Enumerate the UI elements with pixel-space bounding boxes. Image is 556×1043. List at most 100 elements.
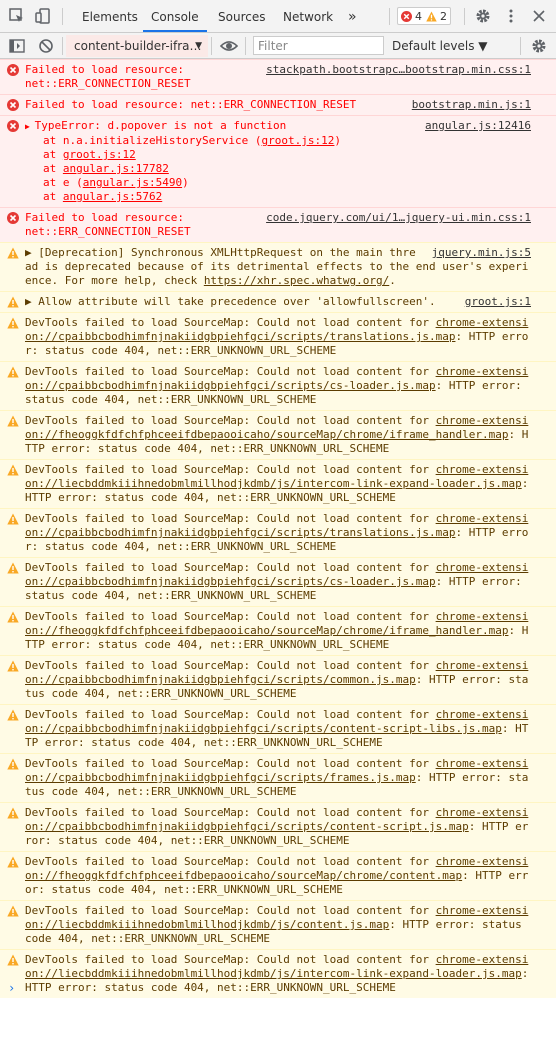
console-warning-message: DevTools failed to load SourceMap: Could… [0, 606, 556, 655]
sidebar-toggle-icon[interactable] [9, 38, 25, 54]
message-text: DevTools failed to load SourceMap: Could… [25, 953, 436, 966]
warning-icon [7, 611, 19, 623]
console-warning-message: DevTools failed to load SourceMap: Could… [0, 361, 556, 410]
message-text: Failed to load resource: net::ERR_CONNEC… [25, 211, 191, 238]
console-warning-message: DevTools failed to load SourceMap: Could… [0, 312, 556, 361]
message-source-link[interactable]: stackpath.bootstrapc…bootstrap.min.css:1 [266, 63, 531, 77]
divider [245, 37, 246, 55]
message-text: DevTools failed to load SourceMap: Could… [25, 659, 436, 672]
message-text: DevTools failed to load SourceMap: Could… [25, 708, 436, 721]
console-error-message: stackpath.bootstrapc…bootstrap.min.css:1… [0, 59, 556, 94]
console-warning-message: DevTools failed to load SourceMap: Could… [0, 655, 556, 704]
divider [62, 37, 63, 55]
console-warning-message: DevTools failed to load SourceMap: Could… [0, 459, 556, 508]
message-text: DevTools failed to load SourceMap: Could… [25, 757, 436, 770]
console-warning-message: DevTools failed to load SourceMap: Could… [0, 900, 556, 949]
divider [211, 37, 212, 55]
message-text: DevTools failed to load SourceMap: Could… [25, 512, 436, 525]
warning-icon [7, 415, 19, 427]
clear-console-icon[interactable] [38, 38, 54, 54]
stack-frame-link[interactable]: angular.js:5490 [83, 176, 182, 189]
message-text: DevTools failed to load SourceMap: Could… [25, 610, 436, 623]
stack-frame: at e (angular.js:5490) [25, 176, 531, 190]
message-source-link[interactable]: groot.js:1 [465, 295, 531, 309]
message-source-link[interactable]: bootstrap.min.js:1 [412, 98, 531, 112]
filter-input[interactable] [253, 36, 384, 55]
message-text: ▶ Allow attribute will take precedence o… [25, 295, 436, 308]
console-toolbar: content-builder-ifra… ▼ Default levels ▼ [0, 33, 556, 59]
stack-frame-text: ) [334, 134, 342, 147]
message-text: . [389, 274, 396, 287]
message-link[interactable]: https://xhr.spec.whatwg.org/ [204, 274, 389, 287]
console-error-message: bootstrap.min.js:1 Failed to load resourc… [0, 94, 556, 115]
warning-icon [7, 296, 19, 308]
issues-badge[interactable]: 4 2 [397, 7, 451, 25]
warning-icon [7, 709, 19, 721]
message-text: DevTools failed to load SourceMap: Could… [25, 904, 436, 917]
stack-frame-link[interactable]: groot.js:12 [63, 148, 136, 161]
console-error-message: code.jquery.com/ui/1…jquery-ui.min.css:1… [0, 207, 556, 242]
message-text: Failed to load resource: net::ERR_CONNEC… [25, 63, 191, 90]
tab-console[interactable]: Console [143, 0, 207, 32]
log-levels-dropdown[interactable]: Default levels ▼ [392, 33, 488, 59]
stack-frame-link[interactable]: angular.js:5762 [63, 190, 162, 203]
warning-icon [426, 10, 437, 22]
error-icon [7, 120, 19, 132]
context-label: content-builder-ifra… [74, 39, 202, 53]
stack-frame-text: at [43, 162, 63, 175]
console-warning-message: jquery.min.js:5 ▶ [Deprecation] Synchrono… [0, 242, 556, 291]
message-source-link[interactable]: code.jquery.com/ui/1…jquery-ui.min.css:1 [266, 211, 531, 225]
stack-frame-text: at e ( [43, 176, 83, 189]
message-source-link[interactable]: jquery.min.js:5 [432, 246, 531, 260]
message-text: DevTools failed to load SourceMap: Could… [25, 855, 436, 868]
eye-icon[interactable] [220, 38, 238, 54]
warning-icon [7, 562, 19, 574]
error-icon [7, 64, 19, 76]
message-text: DevTools failed to load SourceMap: Could… [25, 463, 436, 476]
stack-frame: at groot.js:12 [25, 148, 531, 162]
warning-icon [7, 317, 19, 329]
console-messages: stackpath.bootstrapc…bootstrap.min.css:1… [0, 59, 556, 998]
console-warning-message: DevTools failed to load SourceMap: Could… [0, 410, 556, 459]
message-text: DevTools failed to load SourceMap: Could… [25, 414, 436, 427]
gear-icon[interactable] [475, 8, 491, 24]
stack-frame-text: at [43, 190, 63, 203]
stack-frame-text: at [43, 148, 63, 161]
stack-frame-link[interactable]: angular.js:17782 [63, 162, 169, 175]
devtools-tab-bar: Elements Console Sources Network » 4 2 [0, 0, 556, 33]
error-icon [7, 99, 19, 111]
stack-frame: at angular.js:17782 [25, 162, 531, 176]
close-icon[interactable] [531, 8, 547, 24]
tab-elements[interactable]: Elements [82, 0, 138, 32]
stack-frame-text: at n.a.initializeHistoryService ( [43, 134, 262, 147]
warning-icon [7, 247, 19, 259]
console-warning-message: DevTools failed to load SourceMap: Could… [0, 851, 556, 900]
tab-sources[interactable]: Sources [218, 0, 265, 32]
more-tabs-button[interactable]: » [348, 0, 357, 32]
device-toolbar-icon[interactable] [35, 8, 51, 24]
message-source-link[interactable]: angular.js:12416 [425, 119, 531, 133]
stack-frame-link[interactable]: groot.js:12 [262, 134, 335, 147]
tab-network[interactable]: Network [283, 0, 333, 32]
warning-icon [7, 758, 19, 770]
console-warning-message: groot.js:1 ▶ Allow attribute will take pr… [0, 291, 556, 312]
console-warning-message: DevTools failed to load SourceMap: Could… [0, 557, 556, 606]
message-text: Failed to load resource: net::ERR_CONNEC… [25, 98, 357, 111]
warning-count: 2 [440, 9, 447, 23]
warning-icon [7, 856, 19, 868]
console-warning-message: DevTools failed to load SourceMap: Could… [0, 949, 556, 998]
inspect-element-icon[interactable] [9, 8, 25, 24]
expand-triangle-icon[interactable]: ▶ [25, 122, 35, 131]
console-settings-gear-icon[interactable] [531, 38, 547, 54]
stack-frame-text: ) [182, 176, 189, 189]
console-warning-message: DevTools failed to load SourceMap: Could… [0, 508, 556, 557]
warning-icon [7, 513, 19, 525]
divider [62, 8, 63, 25]
console-warning-message: DevTools failed to load SourceMap: Could… [0, 802, 556, 851]
more-options-icon[interactable] [503, 8, 519, 24]
message-text: DevTools failed to load SourceMap: Could… [25, 365, 436, 378]
message-text: DevTools failed to load SourceMap: Could… [25, 806, 436, 819]
console-prompt[interactable]: › [8, 981, 15, 995]
context-selector[interactable]: content-builder-ifra… ▼ [66, 35, 208, 57]
stack-frame: at n.a.initializeHistoryService (groot.j… [25, 134, 531, 148]
